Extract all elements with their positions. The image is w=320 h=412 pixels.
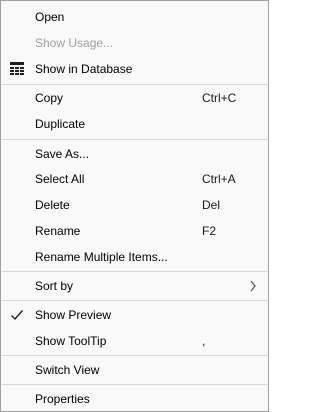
menu-item-label: Duplicate — [35, 117, 86, 131]
menu-item-shortcut: Ctrl+C — [202, 91, 237, 105]
menu-separator — [2, 271, 267, 272]
chevron-right-icon — [249, 280, 257, 292]
menu-item-rename-multiple[interactable]: Rename Multiple Items... — [2, 245, 267, 269]
menu-separator — [2, 384, 267, 385]
menu-item-show-usage: Show Usage... — [2, 31, 267, 55]
context-menu: Open Show Usage... Show in Database Copy… — [0, 0, 269, 412]
menu-item-delete[interactable]: Delete Del — [2, 193, 267, 217]
menu-item-label: Open — [35, 10, 65, 24]
menu-item-shortcut: F2 — [202, 224, 217, 238]
menu-item-duplicate[interactable]: Duplicate — [2, 112, 267, 136]
menu-item-rename[interactable]: Rename F2 — [2, 219, 267, 243]
menu-item-label: Properties — [35, 392, 90, 406]
menu-item-label: Sort by — [35, 279, 74, 293]
menu-separator — [2, 300, 267, 301]
menu-item-show-preview[interactable]: Show Preview — [2, 303, 267, 327]
menu-item-shortcut: , — [202, 334, 206, 348]
menu-item-select-all[interactable]: Select All Ctrl+A — [2, 167, 267, 191]
menu-item-label: Show in Database — [35, 62, 133, 76]
menu-separator — [2, 139, 267, 140]
menu-item-sort-by[interactable]: Sort by — [2, 274, 267, 298]
menu-item-switch-view[interactable]: Switch View — [2, 358, 267, 382]
menu-item-label: Show Usage... — [35, 36, 114, 50]
menu-item-open[interactable]: Open — [2, 5, 267, 29]
menu-separator — [2, 355, 267, 356]
menu-item-show-tooltip[interactable]: Show ToolTip , — [2, 329, 267, 353]
menu-item-copy[interactable]: Copy Ctrl+C — [2, 86, 267, 110]
menu-item-label: Copy — [35, 91, 64, 105]
menu-item-label: Show Preview — [35, 308, 112, 322]
menu-item-save-as[interactable]: Save As... — [2, 142, 267, 166]
menu-item-label: Save As... — [35, 147, 90, 161]
menu-item-label: Select All — [35, 172, 85, 186]
menu-item-label: Switch View — [35, 363, 100, 377]
menu-item-label: Show ToolTip — [35, 334, 107, 348]
menu-item-shortcut: Del — [202, 198, 221, 212]
menu-item-show-in-database[interactable]: Show in Database — [2, 57, 267, 81]
menu-item-properties[interactable]: Properties — [2, 387, 267, 411]
menu-item-label: Rename Multiple Items... — [35, 250, 168, 264]
menu-item-shortcut: Ctrl+A — [202, 172, 236, 186]
checkmark-icon — [10, 308, 24, 322]
menu-separator — [2, 84, 267, 85]
database-grid-icon — [10, 62, 24, 76]
menu-item-label: Rename — [35, 224, 81, 238]
menu-item-label: Delete — [35, 198, 70, 212]
